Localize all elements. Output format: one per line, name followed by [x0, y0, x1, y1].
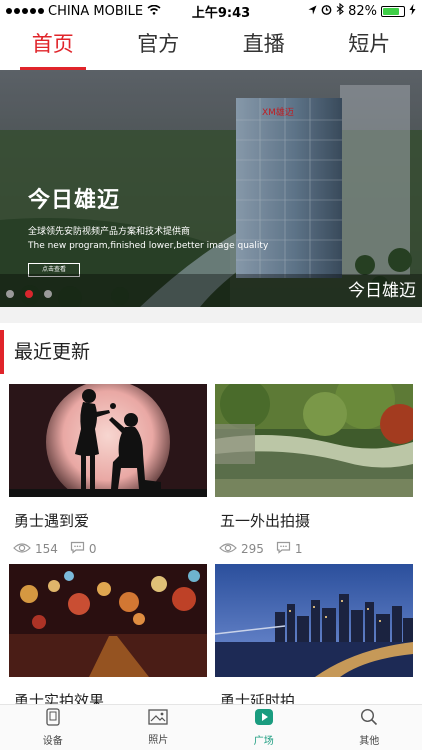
nav-other[interactable]: 其他 [317, 705, 422, 750]
video-card[interactable]: 勇士实拍效果 [9, 564, 207, 711]
video-title[interactable]: 五一外出拍摄 [220, 510, 413, 531]
nav-device[interactable]: 设备 [0, 705, 106, 750]
battery-icon [381, 5, 405, 17]
banner-title: 今日雄迈 [28, 188, 121, 213]
video-card[interactable]: 五一外出拍摄 295 1 [215, 384, 413, 557]
status-bar: CHINA MOBILE 上午9:43 82% [0, 0, 422, 22]
video-thumbnail[interactable] [215, 384, 413, 497]
nav-photos-label: 照片 [148, 735, 169, 746]
pager-dot[interactable] [6, 290, 14, 298]
tab-official[interactable]: 官方 [106, 22, 212, 70]
banner-subtitle-en: The new program,finished lower,better im… [28, 241, 269, 251]
video-title[interactable]: 勇士遇到爱 [14, 510, 207, 531]
comment-count: 1 [294, 542, 303, 556]
tab-short-video[interactable]: 短片 [317, 22, 422, 70]
alarm-icon [321, 4, 332, 19]
bluetooth-icon [336, 2, 344, 19]
video-thumbnail[interactable] [9, 384, 207, 497]
carrier-label: CHINA MOBILE [48, 3, 144, 19]
nav-square[interactable]: 广场 [211, 705, 317, 750]
banner-text-block: 今日雄迈 全球领先安防视频产品方案和技术提供商 The new program,… [28, 182, 268, 277]
nav-square-label: 广场 [253, 736, 274, 747]
signal-icon [6, 8, 44, 14]
video-card[interactable]: 勇士遇到爱 154 0 [9, 384, 207, 557]
video-thumbnail[interactable] [9, 564, 207, 677]
status-time: 上午9:43 [191, 5, 251, 21]
search-icon [360, 708, 378, 729]
tab-home[interactable]: 首页 [0, 22, 106, 70]
video-card[interactable]: 勇士延时拍 [215, 564, 413, 711]
eye-icon [219, 542, 237, 557]
location-icon [308, 4, 317, 19]
device-icon [45, 708, 61, 729]
battery-percent: 82% [348, 3, 377, 19]
bottom-nav: 设备 照片 广场 其他 [0, 704, 422, 750]
nav-other-label: 其他 [359, 736, 380, 747]
eye-icon [13, 542, 31, 557]
section-title: 最近更新 [0, 330, 422, 374]
comment-count: 0 [88, 542, 97, 556]
pager-dot[interactable] [44, 290, 52, 298]
video-thumbnail[interactable] [215, 564, 413, 677]
nav-device-label: 设备 [42, 736, 63, 747]
pager-dot-active[interactable] [25, 290, 33, 298]
video-stats: 154 0 [13, 541, 207, 557]
tab-live[interactable]: 直播 [211, 22, 317, 70]
photo-icon [148, 709, 168, 728]
section-divider [0, 307, 422, 323]
video-stats: 295 1 [219, 541, 413, 557]
hero-banner[interactable]: XM雄迈 今日雄迈 全球领先安防视频产品方案和技术提供商 The new pro… [0, 70, 422, 307]
nav-photos[interactable]: 照片 [106, 705, 212, 750]
banner-pager [6, 290, 52, 298]
top-tab-bar: 首页 官方 直播 短片 [0, 22, 422, 70]
wifi-icon [147, 4, 161, 19]
view-count: 295 [241, 542, 264, 556]
charging-icon [409, 3, 416, 19]
comment-icon [70, 541, 85, 557]
comment-icon [276, 541, 291, 557]
play-icon [254, 708, 274, 729]
view-count: 154 [35, 542, 58, 556]
banner-subtitle-cn: 全球领先安防视频产品方案和技术提供商 [28, 227, 191, 237]
banner-caption: 今日雄迈 [348, 281, 416, 301]
